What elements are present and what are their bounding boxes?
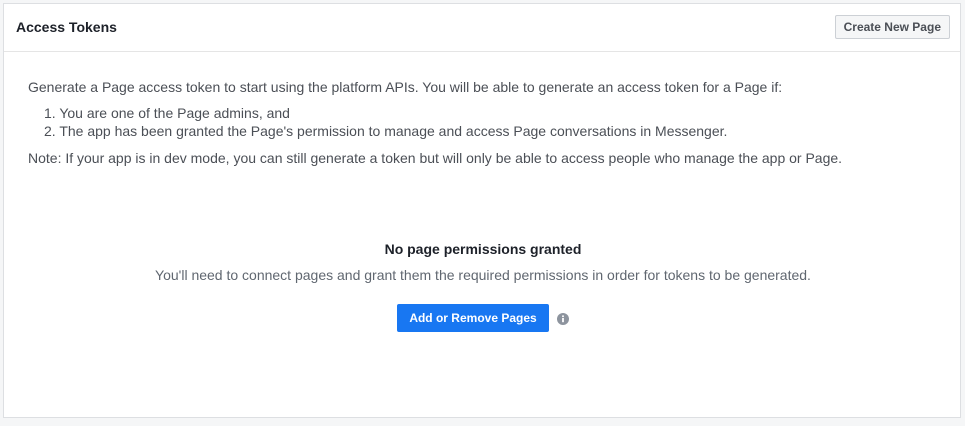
panel-header: Access Tokens Create New Page: [4, 4, 960, 52]
dev-mode-note: Note: If your app is in dev mode, you ca…: [28, 150, 843, 166]
info-icon[interactable]: [557, 312, 569, 325]
requirements-list: 1. You are one of the Page admins, and 2…: [44, 104, 727, 140]
intro-text: Generate a Page access token to start us…: [28, 79, 783, 95]
panel-title: Access Tokens: [16, 19, 117, 35]
requirement-item: 2. The app has been granted the Page's p…: [44, 123, 728, 139]
create-new-page-button[interactable]: Create New Page: [834, 15, 950, 39]
empty-state-description: You'll need to connect pages and grant t…: [155, 267, 811, 283]
empty-state-title: No page permissions granted: [384, 241, 582, 257]
requirement-item: 1. You are one of the Page admins, and: [44, 105, 290, 121]
add-or-remove-pages-button[interactable]: Add or Remove Pages: [397, 304, 549, 332]
access-tokens-panel: Access Tokens Create New Page Generate a…: [3, 3, 961, 418]
